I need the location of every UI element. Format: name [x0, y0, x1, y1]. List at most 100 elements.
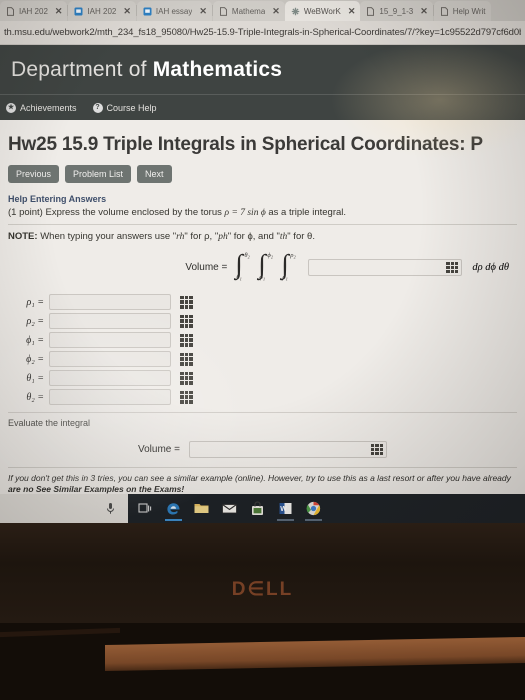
file-explorer-icon[interactable] — [193, 500, 210, 517]
variable-input-theta2[interactable] — [49, 389, 171, 405]
keypad-icon[interactable] — [179, 390, 194, 405]
integral-lower-rho: ρ₁ — [282, 274, 288, 281]
browser-tab-7-label: Help Writ — [452, 6, 486, 16]
integrand-input[interactable] — [308, 258, 463, 276]
note-text-2: " for ρ, " — [184, 231, 219, 242]
keypad-icon[interactable] — [179, 295, 194, 310]
problem-nav-buttons: Previous Problem List Next — [8, 165, 517, 183]
note-text-3: " for ϕ, and " — [227, 231, 280, 242]
browser-tab-1-close-icon[interactable]: ✕ — [55, 6, 63, 17]
integral-volume-label: Volume = — [185, 261, 228, 273]
variable-label-theta2: θ₂ = — [26, 391, 44, 403]
keypad-icon[interactable] — [179, 314, 194, 329]
mail-icon[interactable] — [221, 500, 238, 517]
laptop-screen: IAH 202 ✕ IAH 202 ✕ IAH essay ✕ Mathema — [0, 0, 525, 523]
url-text: th.msu.edu/webwork2/mth_234_fs18_95080/H… — [4, 27, 521, 38]
site-title-bold: Mathematics — [152, 57, 283, 81]
browser-tab-1-label: IAH 202 — [19, 6, 48, 16]
windows-taskbar: W — [0, 494, 525, 523]
volume-label: Volume = — [138, 444, 180, 455]
browser-tab-3-label: IAH essay — [155, 6, 193, 16]
page-icon — [6, 6, 15, 16]
note-text-1: When typing your answers use " — [37, 231, 177, 242]
browser-tab-5-label: WeBWorK — [303, 6, 341, 16]
variable-input-phi2[interactable] — [49, 351, 171, 367]
browser-tab-4-label: Mathema — [231, 6, 266, 16]
browser-tab-3[interactable]: IAH essay ✕ — [136, 1, 212, 21]
problem-list-button[interactable]: Problem List — [65, 165, 132, 183]
variable-row-rho1: ρ₁ = — [8, 294, 517, 310]
variable-input-phi1[interactable] — [49, 332, 171, 348]
browser-tab-6-close-icon[interactable]: ✕ — [420, 6, 428, 17]
variable-label-rho1: ρ₁ = — [26, 296, 44, 308]
browser-tab-5-active[interactable]: WeBWorK ✕ — [284, 1, 361, 21]
note-ph: ph — [218, 232, 228, 242]
browser-tab-4-close-icon[interactable]: ✕ — [272, 6, 280, 17]
nav-item-achievements-label: Achievements — [20, 102, 77, 113]
keypad-icon[interactable] — [445, 261, 459, 274]
problem-statement-suffix: as a triple integral. — [265, 207, 347, 218]
browser-tab-5-close-icon[interactable]: ✕ — [348, 6, 356, 17]
browser-url-bar[interactable]: th.msu.edu/webwork2/mth_234_fs18_95080/H… — [0, 21, 525, 45]
variable-label-theta1: θ₁ = — [26, 372, 44, 384]
variable-input-rho2[interactable] — [49, 313, 171, 329]
keypad-icon[interactable] — [179, 333, 194, 348]
variable-row-rho2: ρ₂ = — [8, 313, 517, 329]
word-icon[interactable]: W — [277, 500, 294, 521]
browser-tab-strip: IAH 202 ✕ IAH 202 ✕ IAH essay ✕ Mathema — [0, 0, 525, 21]
variable-input-theta1[interactable] — [49, 370, 171, 386]
site-header: Department of Mathematics — [0, 45, 525, 94]
browser-tab-2-close-icon[interactable]: ✕ — [123, 6, 131, 17]
browser-tab-1[interactable]: IAH 202 ✕ — [0, 1, 68, 21]
help-entering-answers-link[interactable]: Help Entering Answers — [8, 194, 517, 204]
dell-logo: D∈LL — [231, 579, 294, 600]
browser-tab-7[interactable]: Help Writ — [433, 1, 491, 21]
previous-button[interactable]: Previous — [8, 165, 60, 183]
keypad-icon[interactable] — [179, 371, 194, 386]
variable-row-theta2: θ₂ = — [8, 389, 517, 405]
blue-doc-icon — [143, 7, 152, 16]
footnote-line-2: are no See Similar Examples on the Exams… — [8, 484, 185, 495]
footnote-line-1: If you don't get this in 3 tries, you ca… — [8, 473, 511, 483]
integral-upper-rho: ρ₂ — [290, 252, 296, 259]
integral-lower-theta: θ₁ — [236, 274, 242, 281]
site-nav-bar: ★ Achievements ? Course Help — [0, 94, 525, 120]
nav-item-course-help-label: Course Help — [106, 102, 157, 113]
store-icon[interactable] — [249, 500, 266, 517]
page-icon — [440, 6, 449, 16]
integral-upper-theta: θ₂ — [244, 252, 250, 259]
nav-item-achievements[interactable]: ★ Achievements — [6, 102, 77, 113]
task-view-icon[interactable] — [137, 500, 154, 517]
next-button[interactable]: Next — [137, 165, 172, 183]
evaluate-instruction: Evaluate the integral — [8, 412, 517, 428]
problem-statement: (1 point) Express the volume enclosed by… — [8, 207, 517, 218]
question-icon: ? — [92, 102, 103, 113]
taskbar-left-section — [0, 494, 128, 523]
triple-integral-row: Volume = ∫ θ₂ θ₁ ∫ ϕ₂ ϕ₁ ∫ ρ₂ ρ₁ dρ dϕ d… — [8, 251, 509, 282]
variable-input-rho1[interactable] — [49, 294, 171, 310]
edge-icon[interactable] — [165, 500, 182, 521]
star-icon: ★ — [6, 102, 16, 113]
keypad-icon[interactable] — [179, 352, 194, 367]
nav-item-course-help[interactable]: ? Course Help — [92, 102, 157, 113]
note-label: NOTE: — [8, 231, 38, 242]
laptop-bezel — [0, 523, 525, 623]
variable-label-phi2: ϕ₂ = — [26, 353, 44, 365]
integral-sign-rho: ∫ ρ₂ ρ₁ — [281, 251, 296, 282]
volume-input[interactable] — [188, 441, 387, 458]
problem-statement-math: ρ = 7 sin ϕ — [224, 208, 266, 218]
browser-tab-2[interactable]: IAH 202 ✕ — [68, 1, 136, 21]
browser-tab-4[interactable]: Mathema ✕ — [212, 1, 285, 21]
keypad-icon[interactable] — [370, 443, 384, 456]
site-title-prefix: Department of — [11, 57, 153, 81]
volume-answer-row: Volume = — [8, 441, 517, 458]
webwork-icon — [291, 7, 300, 16]
page-icon — [219, 6, 228, 16]
browser-tab-6[interactable]: 15_9_1-3 ✕ — [360, 1, 433, 21]
chrome-icon[interactable] — [305, 500, 322, 521]
browser-tab-3-close-icon[interactable]: ✕ — [199, 6, 207, 17]
site-title: Department of Mathematics — [11, 58, 282, 82]
integral-signs: ∫ θ₂ θ₁ ∫ ϕ₂ ϕ₁ ∫ ρ₂ ρ₁ — [235, 251, 303, 282]
browser-tab-2-label: IAH 202 — [87, 6, 117, 16]
cortana-mic-icon[interactable] — [102, 500, 119, 517]
